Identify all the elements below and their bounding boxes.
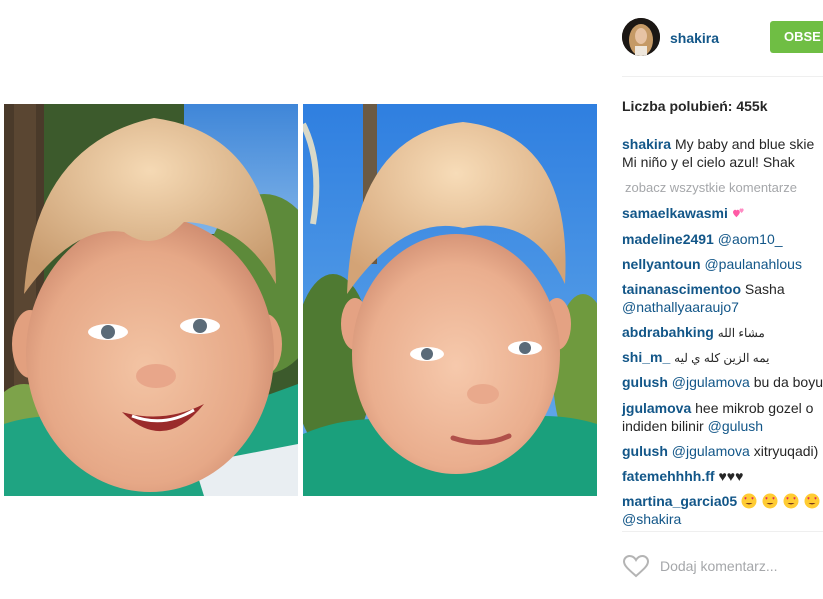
follow-button[interactable]: OBSE	[770, 21, 823, 53]
comment-username[interactable]: madeline2491	[622, 231, 714, 247]
comment-item-line-2: @shakira	[622, 510, 681, 528]
comment-item: nellyantoun @paulanahlous	[622, 255, 802, 273]
comment-text: bu da boyu	[753, 374, 823, 390]
instagram-post-page: shakira OBSE Liczba polubień: 455k shaki…	[0, 0, 823, 599]
caption-username[interactable]: shakira	[622, 136, 671, 152]
post-photo-left[interactable]	[4, 104, 298, 496]
footer-divider	[622, 531, 823, 532]
heart-eyes-face-icon	[804, 493, 820, 509]
comment-username[interactable]: jgulamova	[622, 400, 691, 416]
baby-photo-smiling-image	[4, 104, 298, 496]
header-username[interactable]: shakira	[670, 30, 719, 46]
comment-item: gulush @jgulamova xitryuqadi)	[622, 442, 818, 460]
post-footer	[622, 548, 823, 584]
comment-item: jgulamova hee mikrob gozel o	[622, 399, 813, 417]
heart-eyes-emoji-row	[741, 493, 821, 509]
post-header: shakira OBSE	[622, 17, 823, 59]
like-heart-icon[interactable]	[622, 554, 650, 578]
comment-item: abdrabahking مشاء الله	[622, 323, 765, 342]
comment-mention[interactable]: @gulush	[708, 418, 763, 434]
comment-username[interactable]: samaelkawasmi	[622, 205, 728, 221]
heart-eyes-face-icon	[741, 493, 757, 509]
comment-item: shi_m_ يمه الزين كله ي ليه	[622, 348, 770, 367]
caption-line-1: shakira My baby and blue skie	[622, 135, 814, 153]
two-hearts-icon	[732, 208, 744, 218]
post-photo-right[interactable]	[303, 104, 597, 496]
comment-mention[interactable]: @jgulamova	[672, 374, 750, 390]
comment-mention[interactable]: @jgulamova	[672, 443, 750, 459]
likes-count[interactable]: Liczba polubień: 455k	[622, 98, 767, 114]
baby-photo-neutral-image	[303, 104, 597, 496]
comment-text: xitryuqadi)	[753, 443, 819, 459]
comment-mention[interactable]: @aom10_	[718, 231, 783, 247]
comment-username[interactable]: nellyantoun	[622, 256, 701, 272]
comment-username[interactable]: fatemehhhh.ff	[622, 468, 715, 484]
comment-text: Sasha	[744, 281, 785, 297]
comment-item: gulush @jgulamova bu da boyu	[622, 373, 823, 391]
avatar[interactable]	[622, 18, 660, 56]
comment-username[interactable]: martina_garcia05	[622, 493, 737, 509]
comment-text: يمه الزين كله ي ليه	[674, 351, 770, 365]
comment-item: tainanascimentoo Sasha	[622, 280, 785, 298]
heart-eyes-face-icon	[783, 493, 799, 509]
comment-username[interactable]: tainanascimentoo	[622, 281, 741, 297]
post-side-panel: shakira OBSE Liczba polubień: 455k shaki…	[622, 0, 823, 599]
comment-item: fatemehhhh.ff ♥♥♥	[622, 467, 743, 485]
comment-mention[interactable]: @shakira	[622, 511, 681, 527]
comment-text: indiden bilinir	[622, 418, 704, 434]
comment-text: مشاء الله	[717, 326, 765, 340]
see-all-comments-link[interactable]: zobacz wszystkie komentarze	[625, 179, 797, 197]
comment-text: ♥♥♥	[718, 468, 744, 484]
header-divider	[622, 76, 823, 77]
comment-username[interactable]: abdrabahking	[622, 324, 714, 340]
comment-item-line-2: indiden bilinir @gulush	[622, 417, 763, 435]
heart-eyes-face-icon	[762, 493, 778, 509]
comment-mention[interactable]: @paulanahlous	[704, 256, 802, 272]
add-comment-input[interactable]	[660, 555, 823, 577]
caption-line-2: Mi niño y el cielo azul! Shak	[622, 153, 795, 171]
comment-username[interactable]: shi_m_	[622, 349, 670, 365]
comment-username[interactable]: gulush	[622, 443, 668, 459]
caption-text-1: My baby and blue skie	[674, 136, 815, 152]
comment-mention[interactable]: @nathallyaaraujo7	[622, 299, 739, 315]
comment-text: hee mikrob gozel o	[695, 400, 814, 416]
comment-item: martina_garcia05	[622, 492, 821, 510]
caption-text-2: Mi niño y el cielo azul! Shak	[622, 154, 795, 170]
avatar-image	[622, 18, 660, 56]
comment-item: samaelkawasmi	[622, 204, 746, 222]
comment-item-line-2: @nathallyaaraujo7	[622, 298, 739, 316]
comment-username[interactable]: gulush	[622, 374, 668, 390]
comment-item: madeline2491 @aom10_	[622, 230, 783, 248]
